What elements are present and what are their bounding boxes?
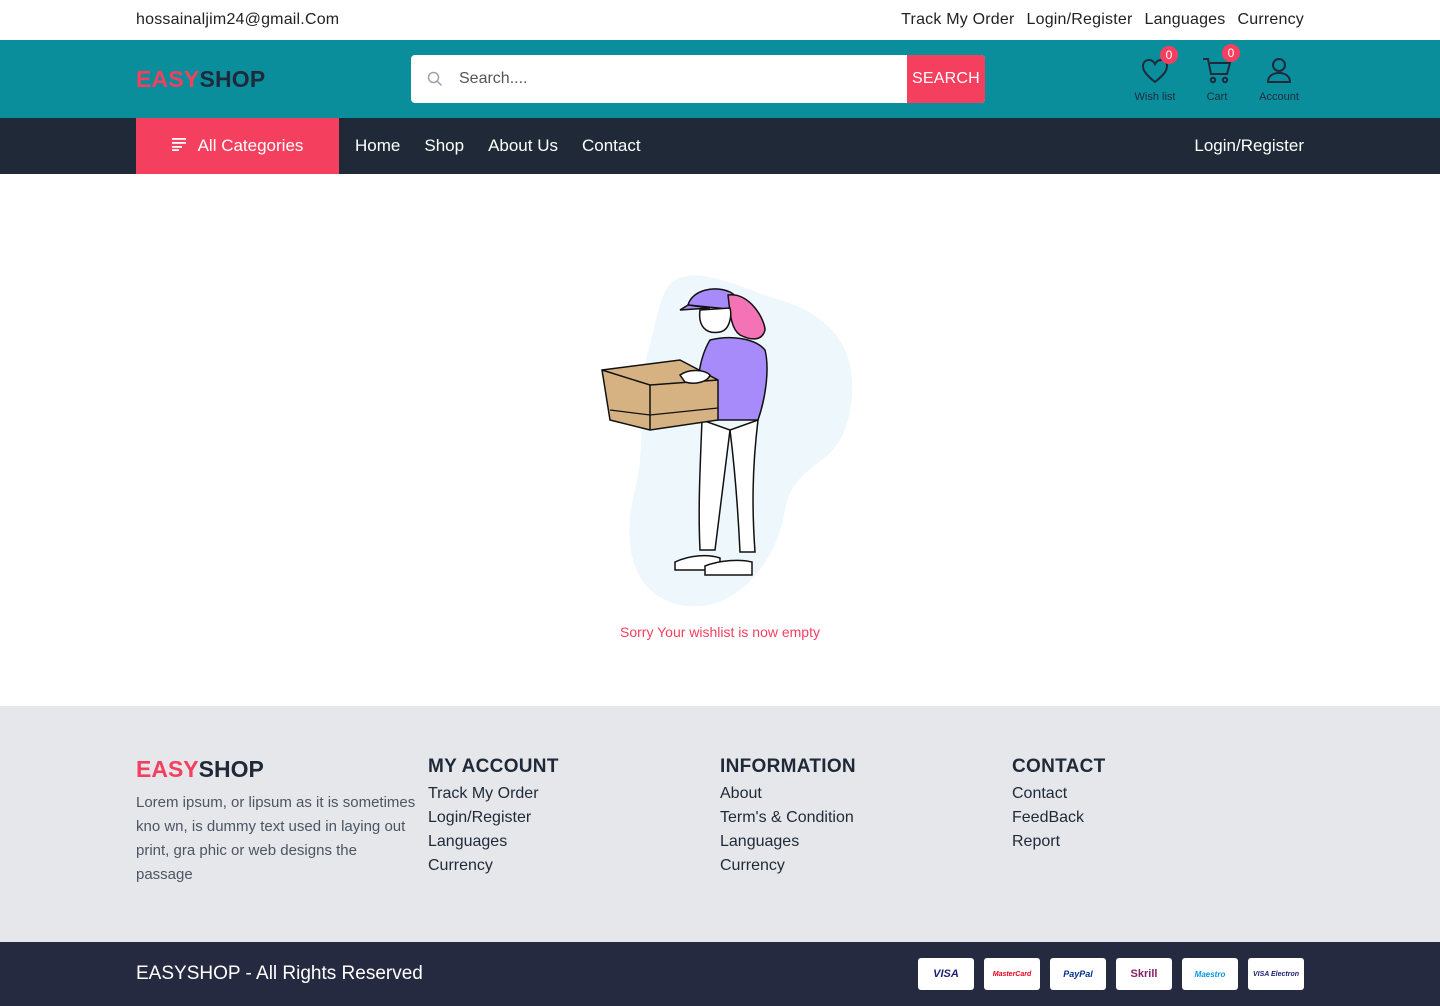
wishlist-label: Wish list <box>1134 90 1176 103</box>
empty-wishlist-illustration <box>580 270 870 615</box>
logo-part-easy: EASY <box>136 65 200 92</box>
footer-heading-information: INFORMATION <box>720 756 856 777</box>
skrill-icon: Skrill <box>1116 958 1172 990</box>
footer-link-terms[interactable]: Term's & Condition <box>720 806 1012 830</box>
footer-link-about[interactable]: About <box>720 782 1012 806</box>
wishlist-content: Sorry Your wishlist is now empty <box>0 174 1440 706</box>
wishlist-button[interactable]: 0 Wish list <box>1130 45 1180 103</box>
currency-link[interactable]: Currency <box>1237 11 1304 29</box>
footer-heading-contact: CONTACT <box>1012 756 1106 777</box>
all-categories-button[interactable]: All Categories <box>136 118 339 174</box>
mastercard-icon: MasterCard <box>984 958 1040 990</box>
languages-link[interactable]: Languages <box>1144 11 1225 29</box>
footer-information: INFORMATION About Term's & Condition Lan… <box>720 756 1012 887</box>
login-register-link[interactable]: Login/Register <box>1027 11 1133 29</box>
bottom-bar: EASYSHOP - All Rights Reserved VISA Mast… <box>0 942 1440 1006</box>
top-links: Track My Order Login/Register Languages … <box>901 11 1304 29</box>
footer-link-languages[interactable]: Languages <box>428 830 720 854</box>
footer-about: EASYSHOP Lorem ipsum, or lipsum as it is… <box>136 756 428 887</box>
contact-email: hossainaljim24@gmail.Com <box>136 11 340 28</box>
nav-about-us[interactable]: About Us <box>488 136 558 156</box>
search-bar: SEARCH <box>411 55 985 103</box>
footer-my-account: MY ACCOUNT Track My Order Login/Register… <box>428 756 720 887</box>
nav-shop[interactable]: Shop <box>424 136 464 156</box>
footer-logo[interactable]: EASYSHOP <box>136 756 428 783</box>
footer-link-contact[interactable]: Contact <box>1012 782 1304 806</box>
search-input[interactable] <box>459 55 907 103</box>
header-icons: 0 Wish list 0 Cart Account <box>1130 43 1304 103</box>
cart-label: Cart <box>1206 90 1228 103</box>
site-footer: EASYSHOP Lorem ipsum, or lipsum as it is… <box>0 706 1440 942</box>
footer-description: Lorem ipsum, or lipsum as it is sometime… <box>136 794 416 883</box>
payment-methods: VISA MasterCard PayPal Skrill Maestro VI… <box>918 958 1304 990</box>
menu-icon <box>171 136 188 156</box>
wishlist-count-badge: 0 <box>1160 45 1178 64</box>
paypal-icon: PayPal <box>1050 958 1106 990</box>
empty-wishlist-message: Sorry Your wishlist is now empty <box>620 624 820 640</box>
search-button[interactable]: SEARCH <box>907 55 985 103</box>
footer-link-login-register[interactable]: Login/Register <box>428 806 720 830</box>
footer-logo-shop: SHOP <box>198 756 264 782</box>
footer-link-info-currency[interactable]: Currency <box>720 854 1012 878</box>
logo-part-shop: SHOP <box>199 65 266 92</box>
visa-electron-icon: VISA Electron <box>1248 958 1304 990</box>
nav-home[interactable]: Home <box>355 136 400 156</box>
account-label: Account <box>1259 90 1299 103</box>
nav-links: Home Shop About Us Contact <box>355 136 641 156</box>
cart-button[interactable]: 0 Cart <box>1192 43 1242 103</box>
all-categories-label: All Categories <box>197 136 304 155</box>
maestro-icon: Maestro <box>1182 958 1238 990</box>
footer-link-currency[interactable]: Currency <box>428 854 720 878</box>
footer-contact: CONTACT Contact FeedBack Report <box>1012 756 1304 887</box>
footer-link-report[interactable]: Report <box>1012 830 1304 854</box>
visa-icon: VISA <box>918 958 974 990</box>
site-logo[interactable]: EASYSHOP <box>136 66 411 93</box>
nav-contact[interactable]: Contact <box>582 136 641 156</box>
footer-link-feedback[interactable]: FeedBack <box>1012 806 1304 830</box>
account-button[interactable]: Account <box>1254 56 1304 103</box>
track-order-link[interactable]: Track My Order <box>901 11 1014 29</box>
top-bar: hossainaljim24@gmail.Com Track My Order … <box>0 0 1440 40</box>
footer-heading-my-account: MY ACCOUNT <box>428 756 559 777</box>
footer-link-track-order[interactable]: Track My Order <box>428 782 720 806</box>
search-icon <box>411 55 459 103</box>
main-header: EASYSHOP SEARCH 0 Wish list 0 Cart <box>0 40 1440 118</box>
footer-link-info-languages[interactable]: Languages <box>720 830 1012 854</box>
copyright-text: EASYSHOP - All Rights Reserved <box>136 963 423 984</box>
footer-logo-easy: EASY <box>136 756 199 782</box>
nav-login-register[interactable]: Login/Register <box>1194 136 1304 156</box>
main-nav: All Categories Home Shop About Us Contac… <box>0 118 1440 174</box>
cart-count-badge: 0 <box>1222 43 1240 62</box>
user-icon <box>1265 56 1293 89</box>
